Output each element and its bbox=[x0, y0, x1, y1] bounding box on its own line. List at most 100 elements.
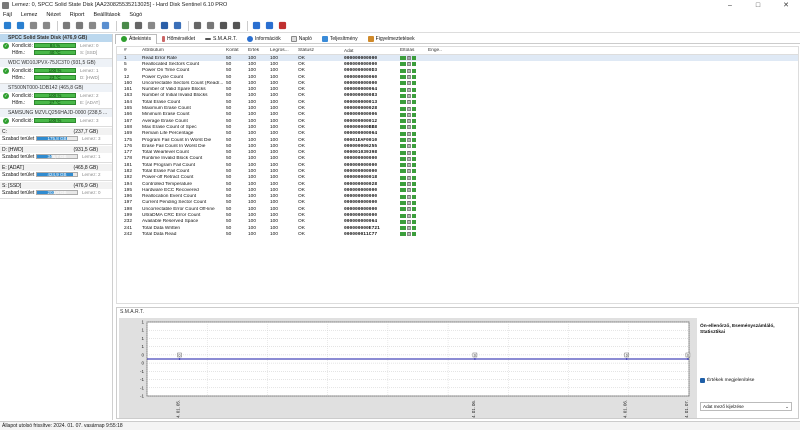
offset-value[interactable]: 0 bbox=[407, 156, 411, 161]
wrench-icon[interactable] bbox=[74, 20, 85, 31]
close-button[interactable]: ✕ bbox=[772, 1, 800, 9]
minus-icon[interactable] bbox=[400, 226, 406, 231]
offset-control[interactable]: 0 bbox=[400, 106, 428, 111]
offset-control[interactable]: 0 bbox=[400, 144, 428, 149]
offset-value[interactable]: 0 bbox=[407, 150, 411, 155]
offset-control[interactable]: 0 bbox=[400, 131, 428, 136]
offset-control[interactable]: 0 bbox=[400, 194, 428, 199]
offset-control[interactable]: 0 bbox=[400, 169, 428, 174]
plus-icon[interactable] bbox=[412, 200, 416, 205]
plus-icon[interactable] bbox=[412, 163, 416, 168]
sound-icon[interactable] bbox=[87, 20, 98, 31]
plus-icon[interactable] bbox=[412, 156, 416, 161]
offset-control[interactable]: 0 bbox=[400, 112, 428, 117]
tab-overview[interactable]: Áttekintés bbox=[115, 33, 157, 44]
menu-view[interactable]: Nézet bbox=[46, 12, 60, 18]
menu-file[interactable]: Fájl bbox=[3, 12, 12, 18]
info-doc-icon[interactable] bbox=[100, 20, 111, 31]
plus-icon[interactable] bbox=[412, 226, 416, 231]
info-icon[interactable] bbox=[264, 20, 275, 31]
col-value[interactable]: Érték bbox=[248, 48, 270, 53]
minus-icon[interactable] bbox=[400, 93, 406, 98]
minimize-button[interactable]: – bbox=[716, 2, 744, 9]
refresh-all-icon[interactable] bbox=[15, 20, 26, 31]
offset-value[interactable]: 0 bbox=[407, 200, 411, 205]
report-icon[interactable] bbox=[120, 20, 131, 31]
volume-item[interactable]: S: [SSD] (476,9 GB) Szabad terület 203,0 GB… bbox=[0, 181, 112, 199]
offset-control[interactable]: 0 bbox=[400, 119, 428, 124]
minus-icon[interactable] bbox=[400, 100, 406, 105]
save-icon[interactable] bbox=[159, 20, 170, 31]
disk-item[interactable]: SPCC Solid State Disk (476,9 GB) ✓ Kondíci… bbox=[0, 34, 112, 59]
offset-control[interactable]: 0 bbox=[400, 75, 428, 80]
offset-value[interactable]: 0 bbox=[407, 93, 411, 98]
help-icon[interactable] bbox=[251, 20, 262, 31]
offset-value[interactable]: 0 bbox=[407, 125, 411, 130]
plus-icon[interactable] bbox=[412, 150, 416, 155]
minus-icon[interactable] bbox=[400, 207, 406, 212]
col-threshold[interactable]: Korlát bbox=[226, 48, 248, 53]
plus-icon[interactable] bbox=[412, 93, 416, 98]
plus-icon[interactable] bbox=[412, 169, 416, 174]
plus-icon[interactable] bbox=[412, 68, 416, 73]
offset-value[interactable]: 0 bbox=[407, 194, 411, 199]
minus-icon[interactable] bbox=[400, 213, 406, 218]
plus-icon[interactable] bbox=[412, 106, 416, 111]
offset-control[interactable]: 0 bbox=[400, 163, 428, 168]
data-field-dropdown[interactable]: Adat mező kijelzése ⌄ bbox=[700, 402, 792, 411]
offset-control[interactable]: 0 bbox=[400, 81, 428, 86]
minus-icon[interactable] bbox=[400, 163, 406, 168]
offset-value[interactable]: 0 bbox=[407, 207, 411, 212]
offset-value[interactable]: 0 bbox=[407, 138, 411, 142]
offset-control[interactable]: 0 bbox=[400, 200, 428, 205]
offset-value[interactable]: 0 bbox=[407, 112, 411, 117]
minus-icon[interactable] bbox=[400, 75, 406, 80]
minus-icon[interactable] bbox=[400, 182, 406, 187]
volume-item[interactable]: E: [ADAT] (465,8 GB) Szabad terület 424,9 G… bbox=[0, 163, 112, 181]
offset-value[interactable]: 0 bbox=[407, 175, 411, 180]
offset-value[interactable]: 0 bbox=[407, 144, 411, 149]
show-values-option[interactable]: Értékek megjelenítése bbox=[700, 378, 754, 383]
minus-icon[interactable] bbox=[400, 68, 406, 73]
menu-disk[interactable]: Lemez bbox=[21, 12, 38, 18]
offset-value[interactable]: 0 bbox=[407, 100, 411, 105]
col-worst[interactable]: Legros... bbox=[270, 48, 298, 53]
offset-control[interactable]: 0 bbox=[400, 219, 428, 224]
minus-icon[interactable] bbox=[400, 125, 406, 130]
col-data[interactable]: Adat bbox=[344, 48, 400, 53]
offset-value[interactable]: 0 bbox=[407, 119, 411, 124]
disk-icon[interactable] bbox=[28, 20, 39, 31]
plus-icon[interactable] bbox=[412, 219, 416, 224]
offset-value[interactable]: 0 bbox=[407, 163, 411, 168]
offset-value[interactable]: 0 bbox=[407, 188, 411, 193]
disk-item[interactable]: ST500NT000-1DB142 (465,8 GB) ✓ Kondíció: 10… bbox=[0, 84, 112, 109]
tab-temperature[interactable]: Hőmérséklet bbox=[157, 34, 200, 44]
minus-icon[interactable] bbox=[400, 144, 406, 149]
offset-control[interactable]: 0 bbox=[400, 232, 428, 237]
plus-icon[interactable] bbox=[412, 188, 416, 193]
col-enable[interactable]: Enge... bbox=[428, 48, 442, 53]
minus-icon[interactable] bbox=[400, 62, 406, 67]
options-icon[interactable] bbox=[205, 20, 216, 31]
minus-icon[interactable] bbox=[400, 156, 406, 161]
plus-icon[interactable] bbox=[412, 131, 416, 136]
tab-log[interactable]: Napló bbox=[286, 34, 317, 44]
offset-value[interactable]: 0 bbox=[407, 56, 411, 61]
minus-icon[interactable] bbox=[400, 131, 406, 136]
minus-icon[interactable] bbox=[400, 169, 406, 174]
camera-icon[interactable] bbox=[218, 20, 229, 31]
minus-icon[interactable] bbox=[400, 232, 406, 237]
offset-value[interactable]: 0 bbox=[407, 75, 411, 80]
offset-control[interactable]: 0 bbox=[400, 62, 428, 67]
offset-value[interactable]: 0 bbox=[407, 87, 411, 92]
offset-control[interactable]: 0 bbox=[400, 125, 428, 130]
offset-value[interactable]: 0 bbox=[407, 62, 411, 67]
menu-help[interactable]: Súgó bbox=[129, 12, 142, 18]
plus-icon[interactable] bbox=[412, 125, 416, 130]
send-icon[interactable] bbox=[146, 20, 157, 31]
document-icon[interactable] bbox=[192, 20, 203, 31]
volume-item[interactable]: C: (237,7 GB) Szabad terület 175,8 GB Lemez:… bbox=[0, 127, 112, 145]
minus-icon[interactable] bbox=[400, 194, 406, 199]
minus-icon[interactable] bbox=[400, 200, 406, 205]
maximize-button[interactable]: □ bbox=[744, 2, 772, 9]
